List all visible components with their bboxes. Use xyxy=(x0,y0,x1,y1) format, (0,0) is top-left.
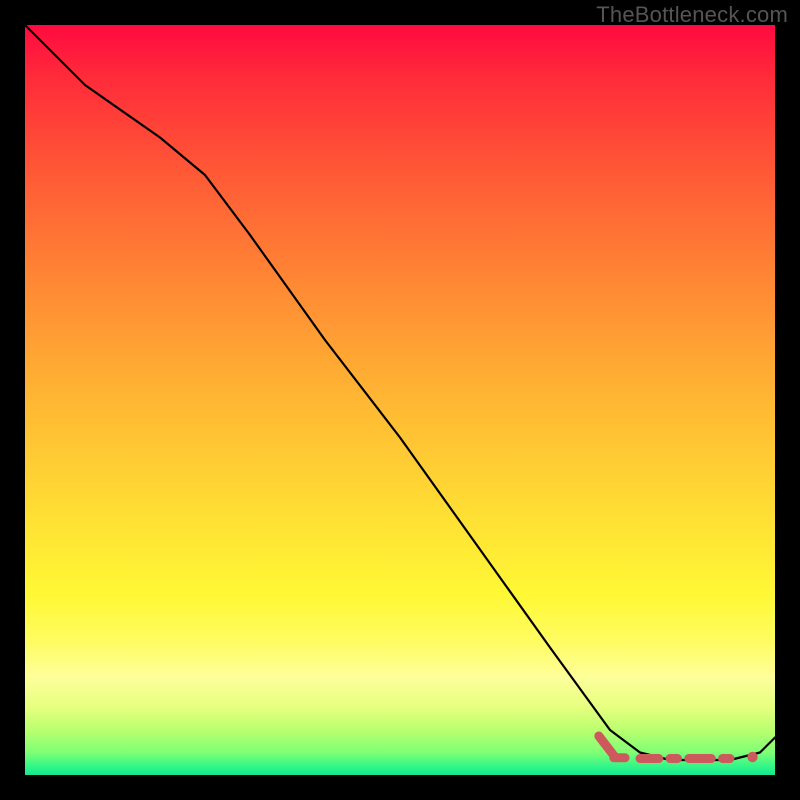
series-curve xyxy=(25,25,775,760)
chart-stage: TheBottleneck.com xyxy=(0,0,800,800)
plot-overlay xyxy=(25,25,775,775)
